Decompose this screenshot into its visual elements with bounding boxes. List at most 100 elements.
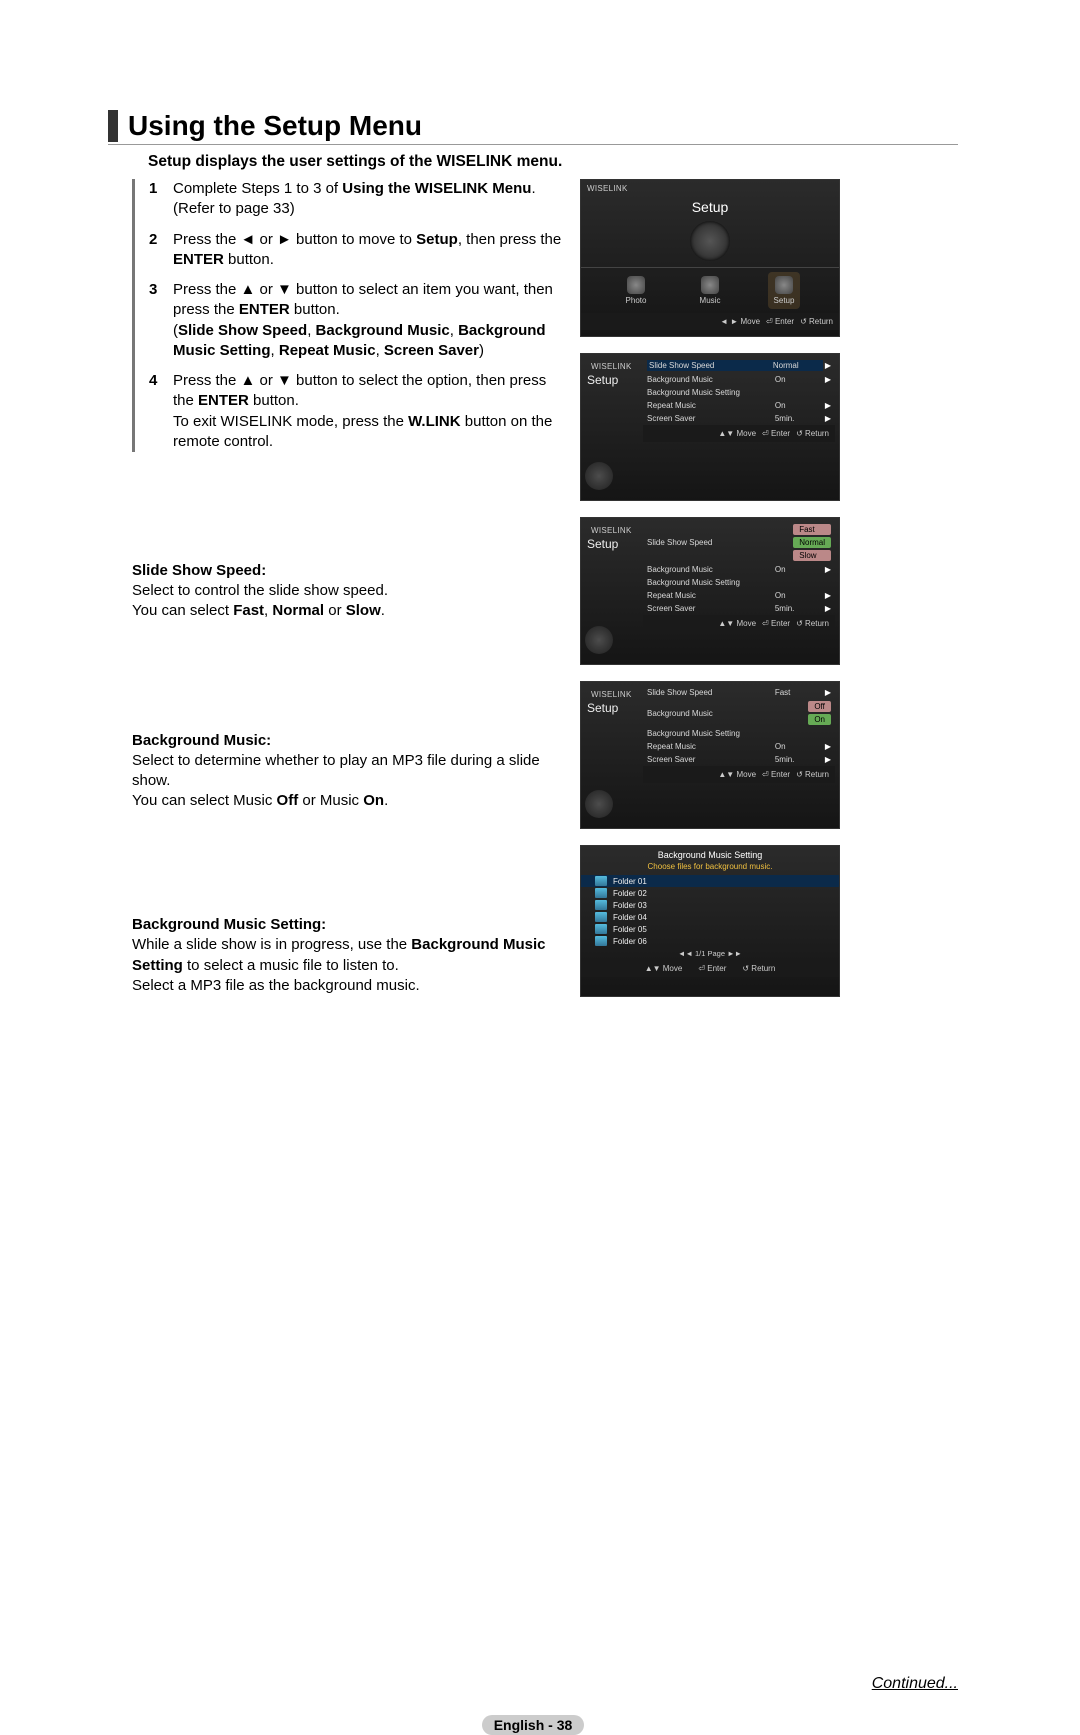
- menu-label: Repeat Music: [647, 401, 771, 410]
- photo-icon: [627, 276, 645, 294]
- folder-row[interactable]: Folder 04: [581, 911, 839, 923]
- t: ,: [307, 322, 315, 339]
- step-1: 1 Complete Steps 1 to 3 of Using the WIS…: [149, 179, 562, 220]
- menu-option[interactable]: Normal: [793, 537, 831, 548]
- menu-row[interactable]: Slide Show SpeedFastNormalSlow: [643, 522, 835, 563]
- menu-option[interactable]: On: [808, 714, 831, 725]
- chevron-right-icon: ▶: [825, 742, 831, 751]
- hint-move: ▲▼ Move: [645, 964, 683, 973]
- t: ,: [376, 342, 384, 359]
- hint-return: ↺ Return: [742, 964, 775, 973]
- title-marker-icon: [108, 110, 118, 142]
- t: Off: [277, 792, 299, 809]
- t: Setup: [416, 231, 458, 248]
- menu-row[interactable]: Background Music Setting: [643, 386, 835, 399]
- step-body: Press the ▲ or ▼ button to select the op…: [173, 371, 562, 452]
- step-number: 4: [149, 371, 173, 452]
- section-text: Select to control the slide show speed. …: [132, 581, 562, 622]
- page-title: Using the Setup Menu: [128, 110, 422, 142]
- menu-row[interactable]: Screen Saver5min.▶: [643, 753, 835, 766]
- menu-row[interactable]: Repeat MusicOn▶: [643, 740, 835, 753]
- menu-label: Repeat Music: [647, 742, 771, 751]
- t: ENTER: [173, 251, 224, 268]
- tab-setup[interactable]: Setup: [768, 272, 801, 309]
- t: W.LINK: [408, 413, 461, 430]
- folder-icon: [595, 900, 607, 910]
- title-bar: Using the Setup Menu: [108, 110, 958, 145]
- folder-row[interactable]: Folder 03: [581, 899, 839, 911]
- section-label: Slide Show Speed:: [132, 562, 562, 579]
- menu-row[interactable]: Background Music Setting: [643, 727, 835, 740]
- menu-value: 5min.: [771, 604, 823, 613]
- chevron-right-icon: ▶: [825, 565, 831, 574]
- t: Normal: [272, 602, 324, 619]
- panel-title: Setup: [581, 193, 839, 219]
- menu-value: On: [771, 375, 823, 384]
- screenshot-setup-list: WISELINK Setup Slide Show SpeedNormal▶Ba…: [580, 353, 840, 501]
- menu-value: On: [771, 591, 823, 600]
- menu-row[interactable]: Screen Saver5min.▶: [643, 602, 835, 615]
- panel-footer: ◄ ► Move⏎ Enter↺ Return: [581, 313, 839, 330]
- folder-label: Folder 02: [613, 889, 647, 898]
- menu-row[interactable]: Background MusicOff On: [643, 699, 835, 727]
- menu-row[interactable]: Repeat MusicOn▶: [643, 589, 835, 602]
- menu-option[interactable]: Off: [808, 701, 831, 712]
- folder-label: Folder 05: [613, 925, 647, 934]
- folder-icon: [595, 912, 607, 922]
- menu-label: Screen Saver: [647, 604, 771, 613]
- menu-row[interactable]: Background MusicOn▶: [643, 563, 835, 576]
- t: Complete Steps 1 to 3 of: [173, 180, 342, 197]
- hint-move: ▲▼ Move: [718, 770, 756, 779]
- tab-music[interactable]: Music: [694, 272, 727, 309]
- hint-enter: ⏎ Enter: [698, 964, 726, 973]
- menu-value: On: [771, 742, 823, 751]
- side-title: Setup: [585, 699, 639, 719]
- gear-icon: [775, 276, 793, 294]
- menu-value: On: [771, 565, 823, 574]
- section-bg-music-setting: Background Music Setting: While a slide …: [132, 916, 562, 996]
- tab-label: Setup: [774, 296, 795, 305]
- folder-label: Folder 04: [613, 913, 647, 922]
- folder-row[interactable]: Folder 01: [581, 875, 839, 887]
- menu-option[interactable]: Fast: [793, 524, 831, 535]
- chevron-right-icon: ▶: [825, 414, 831, 423]
- t: Repeat Music: [279, 342, 376, 359]
- gear-icon: [690, 221, 730, 261]
- side-title: Setup: [585, 371, 639, 391]
- hint-enter: ⏎ Enter: [762, 770, 790, 779]
- menu-label: Background Music Setting: [647, 729, 779, 738]
- t: Press the ▲ or ▼ button to select an ite…: [173, 281, 557, 318]
- tab-photo[interactable]: Photo: [620, 272, 653, 309]
- brand-label: WISELINK: [585, 686, 639, 699]
- menu-row[interactable]: Slide Show SpeedNormal▶: [643, 358, 835, 373]
- step-number: 2: [149, 230, 173, 271]
- menu-row[interactable]: Repeat MusicOn▶: [643, 399, 835, 412]
- menu-label: Screen Saver: [647, 414, 771, 423]
- menu-row[interactable]: Screen Saver5min.▶: [643, 412, 835, 425]
- menu-label: Background Music Setting: [647, 578, 779, 587]
- hint-enter: ⏎ Enter: [762, 619, 790, 628]
- t: Slide Show Speed: [178, 322, 307, 339]
- step-3: 3 Press the ▲ or ▼ button to select an i…: [149, 280, 562, 361]
- t: Fast: [233, 602, 264, 619]
- folder-row[interactable]: Folder 05: [581, 923, 839, 935]
- menu-row[interactable]: Background MusicOn▶: [643, 373, 835, 386]
- brand-label: WISELINK: [581, 180, 839, 193]
- menu-row[interactable]: Background Music Setting: [643, 576, 835, 589]
- menu-row[interactable]: Slide Show SpeedFast▶: [643, 686, 835, 699]
- menu-label: Background Music: [647, 565, 771, 574]
- menu-label: Screen Saver: [647, 755, 771, 764]
- t: Press the ◄ or ► button to move to: [173, 231, 416, 248]
- folder-icon: [595, 936, 607, 946]
- t: ENTER: [239, 301, 290, 318]
- hint-return: ↺ Return: [796, 770, 829, 779]
- folder-row[interactable]: Folder 06: [581, 935, 839, 947]
- t: ,: [271, 342, 279, 359]
- menu-option[interactable]: Slow: [793, 550, 831, 561]
- folder-icon: [595, 924, 607, 934]
- folder-row[interactable]: Folder 02: [581, 887, 839, 899]
- t: button.: [224, 251, 274, 268]
- gear-icon: [585, 790, 613, 818]
- gear-icon: [585, 462, 613, 490]
- menu-label: Background Music: [647, 709, 808, 718]
